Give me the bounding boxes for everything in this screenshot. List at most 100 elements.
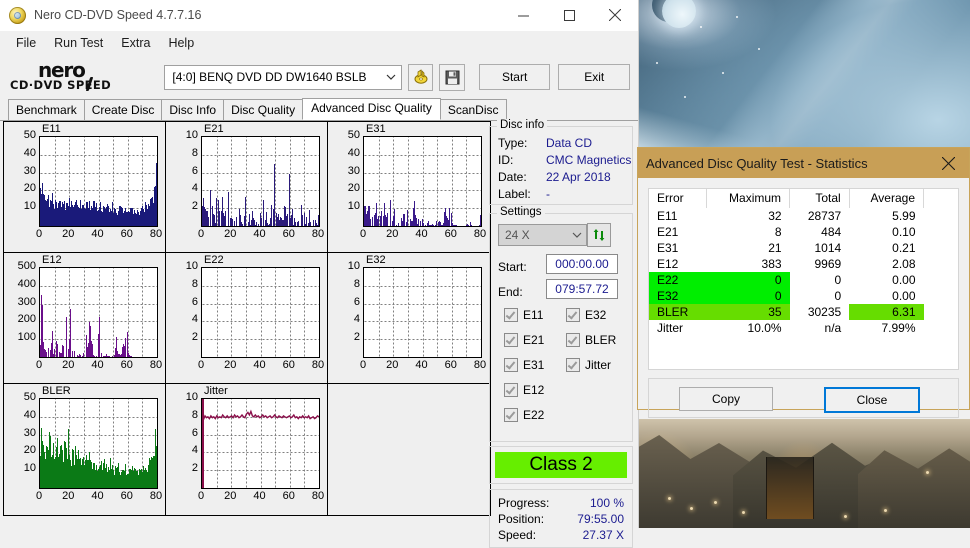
cell-spacer <box>924 224 959 240</box>
logo-subtitle: CD·DVD SPEED <box>10 78 112 92</box>
chart-bars <box>364 137 481 226</box>
checkbox-label: E31 <box>523 358 545 372</box>
checkbox-e21[interactable]: E21 <box>504 333 544 347</box>
light-glow <box>714 501 717 504</box>
checkbox-e32[interactable]: E32 <box>566 308 606 322</box>
chart-empty-slot <box>327 383 491 516</box>
x-axis-tick: 40 <box>253 228 266 240</box>
y-axis-tick: 300 <box>17 295 36 308</box>
chart-title: E22 <box>204 254 224 266</box>
tab-content: E11 10 20 30 40 50 0 20 40 60 80 E21 2 4 6 8 10 0 20 40 60 80… <box>0 119 638 548</box>
maximize-icon[interactable] <box>546 0 592 30</box>
refresh-button[interactable] <box>587 223 611 247</box>
cell-error: E11 <box>657 209 678 223</box>
y-axis-tick: 4 <box>191 444 198 457</box>
cell-error: E31 <box>657 241 679 255</box>
cell-maximum: 0 <box>706 288 790 304</box>
y-axis-tick: 2 <box>191 200 198 213</box>
check-icon <box>566 308 580 322</box>
tab-scandisc[interactable]: ScanDisc <box>439 99 507 120</box>
check-icon <box>504 408 518 422</box>
col-average: Average <box>849 189 925 208</box>
tab-advanced-disc-quality[interactable]: Advanced Disc Quality <box>302 98 441 120</box>
y-axis-tick: 10 <box>185 260 198 272</box>
chart-plot-area <box>201 398 320 489</box>
close-button[interactable]: Close <box>824 387 920 413</box>
cell-error: E21 <box>657 225 679 239</box>
settings-caption: Settings <box>497 206 545 218</box>
start-time-input[interactable]: 000:00.00 <box>546 254 618 274</box>
table-header-row: Error Maximum Total Average <box>649 189 958 208</box>
chart-title: E21 <box>204 123 224 135</box>
y-axis-tick: 8 <box>191 277 198 290</box>
save-button[interactable] <box>439 63 465 91</box>
y-axis-tick: 30 <box>347 164 360 177</box>
check-icon <box>504 358 518 372</box>
checkbox-e22[interactable]: E22 <box>504 408 544 422</box>
cell-total: 484 <box>821 225 842 239</box>
chart-plot-area <box>201 136 320 227</box>
x-axis-tick: 40 <box>415 359 428 371</box>
check-icon <box>504 333 518 347</box>
checkbox-e31[interactable]: E31 <box>504 358 544 372</box>
x-axis-tick: 20 <box>62 228 75 240</box>
gridline-v <box>437 268 438 357</box>
menu-extra[interactable]: Extra <box>112 34 159 52</box>
gridline-v <box>304 268 305 357</box>
cell-average: 7.99% <box>881 321 916 335</box>
end-time-input[interactable]: 079:57.72 <box>546 279 618 299</box>
checkbox-e12[interactable]: E12 <box>504 383 544 397</box>
y-axis-tick: 20 <box>23 444 36 457</box>
y-axis-tick: 4 <box>191 182 198 195</box>
minimize-icon[interactable] <box>500 0 546 30</box>
menu-file[interactable]: File <box>7 34 45 52</box>
chart-bars <box>40 137 157 226</box>
dialog-button-row: Copy Close <box>648 378 959 418</box>
copy-button[interactable]: Copy <box>679 387 773 411</box>
y-axis-tick: 50 <box>347 129 360 141</box>
drive-select[interactable]: [4:0] BENQ DVD DD DW1640 BSLB <box>164 64 402 90</box>
cell-total: 28737 <box>807 209 842 223</box>
tab-benchmark[interactable]: Benchmark <box>8 99 85 120</box>
tab-disc-info[interactable]: Disc Info <box>161 99 225 120</box>
close-icon[interactable] <box>927 148 969 178</box>
x-axis-tick: 20 <box>224 490 237 502</box>
chart-e12: E12 100 200 300 400 500 0 20 40 60 80 <box>3 252 167 385</box>
nero-main-window: Nero CD-DVD Speed 4.7.7.16 File Run Test… <box>0 0 639 548</box>
y-axis-tick: 4 <box>353 313 360 326</box>
cell-maximum: 0 <box>706 272 790 288</box>
x-axis-tick: 80 <box>473 359 487 371</box>
y-axis-tick: 8 <box>191 146 198 159</box>
cell-maximum: 383 <box>761 257 782 271</box>
exit-button[interactable]: Exit <box>558 64 630 90</box>
star <box>700 26 702 28</box>
checkbox-jitter[interactable]: Jitter <box>566 358 611 372</box>
checkbox-e11[interactable]: E11 <box>504 308 543 322</box>
gridline-v <box>261 268 262 357</box>
col-total: Total <box>789 189 850 208</box>
window-controls <box>500 0 638 30</box>
cell-total: 0 <box>834 289 842 303</box>
checkbox-bler[interactable]: BLER <box>566 333 616 347</box>
col-spacer <box>924 189 959 208</box>
start-button[interactable]: Start <box>478 64 551 90</box>
position-value: 79:55.00 <box>577 512 624 526</box>
close-icon[interactable] <box>592 0 638 30</box>
chevron-down-icon <box>381 67 401 88</box>
menu-run-test[interactable]: Run Test <box>45 34 112 52</box>
checkbox-label: E32 <box>585 308 607 322</box>
disc-date-label: Date: <box>498 170 527 184</box>
menu-help[interactable]: Help <box>159 34 203 52</box>
chevron-down-icon <box>568 232 586 239</box>
tab-disc-quality[interactable]: Disc Quality <box>223 99 304 120</box>
disc-eject-button[interactable] <box>407 63 434 91</box>
x-axis-tick: 60 <box>444 228 457 240</box>
cell-spacer <box>924 320 959 336</box>
tab-create-disc[interactable]: Create Disc <box>83 99 163 120</box>
checkbox-label: E22 <box>523 408 545 422</box>
speed-select[interactable]: 24 X <box>498 224 587 246</box>
x-axis-tick: 40 <box>91 359 104 371</box>
chart-e11: E11 10 20 30 40 50 0 20 40 60 80 <box>3 121 167 254</box>
y-axis-tick: 2 <box>353 331 360 344</box>
cell-average: 0.10 <box>892 225 916 239</box>
